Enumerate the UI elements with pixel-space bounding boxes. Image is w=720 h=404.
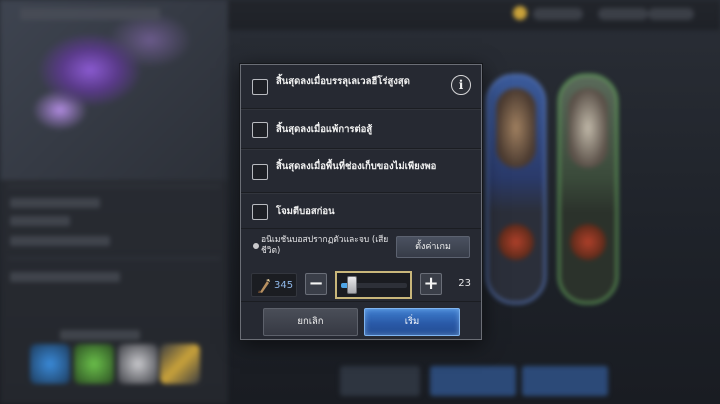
currency-counter: [648, 8, 694, 20]
quantity-selector: 345 − + 23: [241, 271, 481, 301]
checkbox[interactable]: [252, 164, 268, 180]
dialog-actions: ยกเลิก เริ่ม: [241, 301, 481, 341]
bottom-button: [340, 366, 420, 396]
blurred-row: [10, 236, 110, 246]
blurred-row: [60, 330, 140, 340]
divider: [8, 186, 220, 187]
option-label: โจมตีบอสก่อน: [276, 206, 335, 217]
skill-slot: [30, 344, 70, 384]
plus-button[interactable]: +: [420, 273, 442, 295]
blurred-row: [10, 272, 120, 282]
stage-title-blurred: [20, 8, 160, 20]
skill-slot: [118, 344, 158, 384]
side-menu: [688, 30, 712, 110]
option-label: สิ้นสุดลงเมื่อบรรลุเลเวลฮีโร่สูงสุด: [276, 76, 410, 87]
hero-orb: [498, 224, 534, 260]
currency-counter: [598, 8, 648, 20]
option-label: สิ้นสุดลงเมื่อแพ้การต่อสู้: [276, 124, 373, 135]
hero-card: [486, 74, 546, 304]
max-quantity: 23: [458, 278, 471, 289]
boss-animation-row: อนิเมชันบอสปรากฏตัวและจบ (เสียชีวิต) ตั้…: [241, 229, 481, 265]
character-panel: [0, 0, 228, 404]
boss-animation-label: อนิเมชันบอสปรากฏตัวและจบ (เสียชีวิต): [261, 235, 389, 256]
option-inventory-full[interactable]: สิ้นสุดลงเมื่อพื้นที่ช่องเก็บของไม่เพียง…: [241, 149, 481, 193]
checkbox[interactable]: [252, 79, 268, 95]
blurred-row: [10, 198, 100, 208]
top-bar: [228, 0, 720, 30]
start-button[interactable]: เริ่ม: [364, 308, 460, 336]
blurred-row: [10, 216, 70, 226]
quantity-slider[interactable]: [335, 271, 412, 299]
skill-slot: [74, 344, 114, 384]
bullet-icon: [253, 243, 259, 249]
divider: [8, 258, 220, 259]
hero-orb: [570, 224, 606, 260]
hero-card: [558, 74, 618, 304]
currency-counter: [533, 8, 583, 20]
slider-thumb[interactable]: [347, 276, 357, 294]
boss-creature-art: [0, 0, 228, 180]
option-attack-boss-first[interactable]: โจมตีบอสก่อน: [241, 193, 481, 229]
option-lose-battle[interactable]: สิ้นสุดลงเมื่อแพ้การต่อสู้: [241, 109, 481, 149]
gold-coin-icon: [513, 6, 527, 20]
auto-battle-settings-dialog: i สิ้นสุดลงเมื่อบรรลุเลเวลฮีโร่สูงสุด สิ…: [240, 64, 482, 340]
option-max-level[interactable]: สิ้นสุดลงเมื่อบรรลุเลเวลฮีโร่สูงสุด: [241, 65, 481, 109]
cancel-button[interactable]: ยกเลิก: [263, 308, 358, 336]
bottom-button: [522, 366, 608, 396]
skill-slot: [160, 344, 200, 384]
ticket-counter: 345: [251, 273, 297, 297]
bottom-button: [430, 366, 516, 396]
stamina-ticket-icon: [258, 279, 270, 293]
minus-button[interactable]: −: [305, 273, 327, 295]
checkbox[interactable]: [252, 204, 268, 220]
hero-portrait: [568, 88, 608, 168]
option-label: สิ้นสุดลงเมื่อพื้นที่ช่องเก็บของไม่เพียง…: [276, 161, 437, 172]
game-settings-button[interactable]: ตั้งค่าเกม: [396, 236, 470, 258]
checkbox[interactable]: [252, 122, 268, 138]
hero-portrait: [496, 88, 536, 168]
ticket-count: 345: [274, 280, 294, 291]
